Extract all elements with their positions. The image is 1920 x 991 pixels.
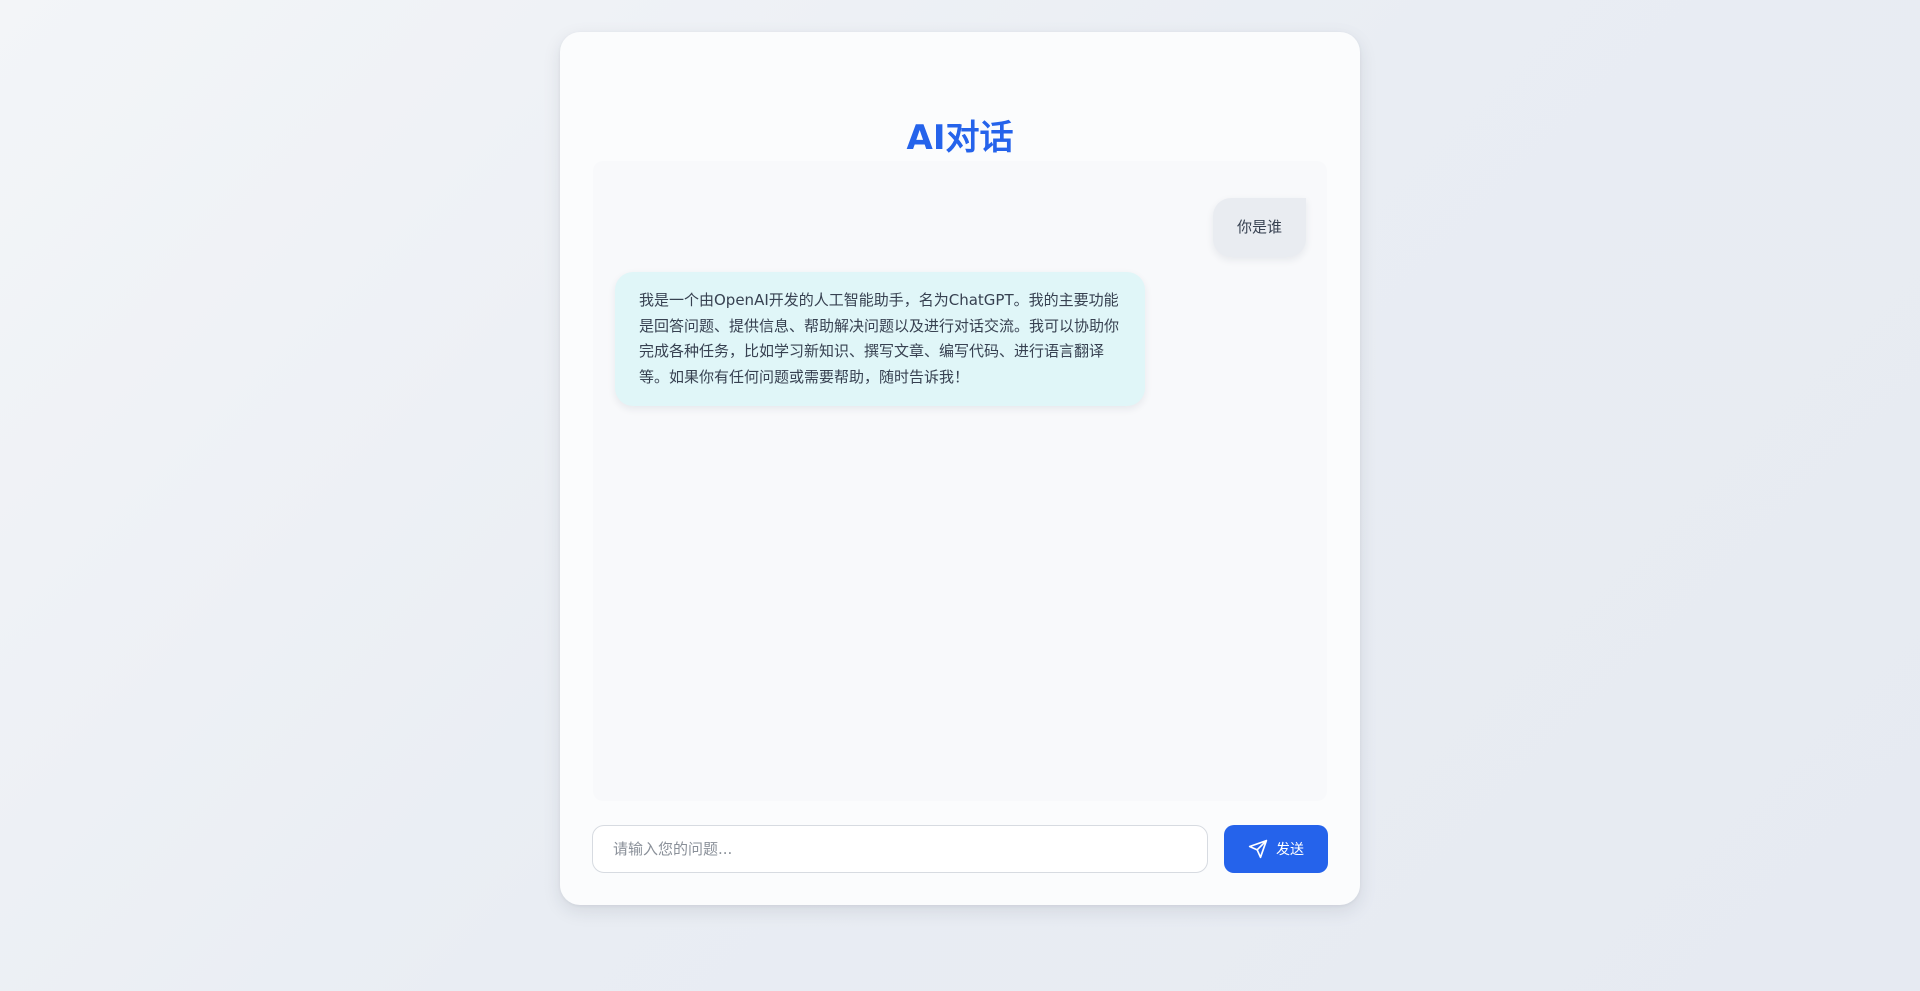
question-input[interactable]: [592, 825, 1208, 873]
chat-card: AI对话 你是谁 我是一个由OpenAI开发的人工智能助手，名为ChatGPT。…: [560, 32, 1360, 905]
user-message: 你是谁: [1212, 198, 1306, 257]
page-title: AI对话: [906, 118, 1014, 158]
chat-message-list[interactable]: 你是谁 我是一个由OpenAI开发的人工智能助手，名为ChatGPT。我的主要功…: [593, 161, 1327, 801]
composer: 发送: [592, 825, 1328, 873]
send-button[interactable]: 发送: [1224, 825, 1328, 873]
send-icon: [1248, 839, 1268, 859]
send-button-label: 发送: [1276, 842, 1304, 858]
assistant-message: 我是一个由OpenAI开发的人工智能助手，名为ChatGPT。我的主要功能是回答…: [615, 272, 1145, 406]
